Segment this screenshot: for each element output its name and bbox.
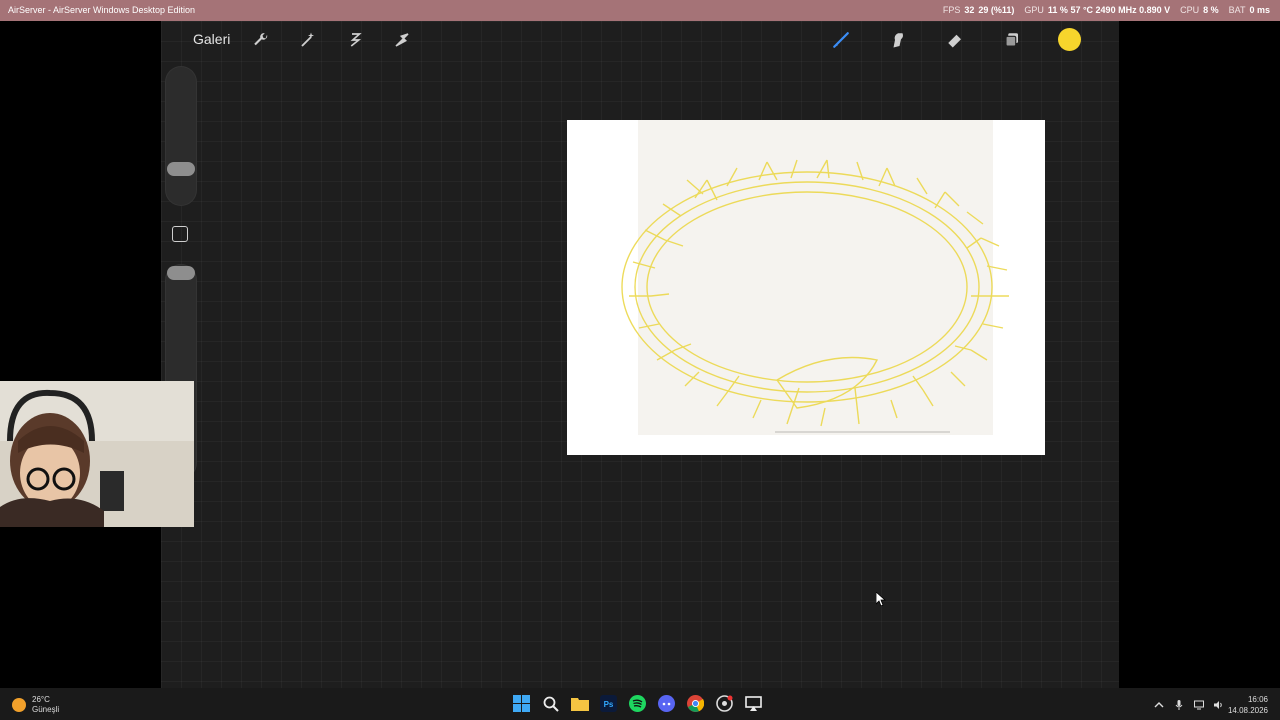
search-icon[interactable] (541, 694, 560, 713)
weather-description: Güneşli (32, 705, 60, 714)
file-explorer-icon[interactable] (570, 694, 589, 713)
modify-button[interactable] (172, 226, 188, 242)
wrench-icon[interactable] (249, 28, 273, 52)
discord-icon[interactable] (657, 694, 676, 713)
gallery-button[interactable]: Galeri (193, 31, 230, 47)
taskbar-apps: Ps (512, 694, 763, 713)
taskbar-clock[interactable]: 16:06 14.08.2026 (1228, 694, 1268, 716)
system-tray (1154, 697, 1224, 710)
brush-size-slider[interactable] (165, 66, 197, 206)
network-icon[interactable] (1194, 697, 1204, 710)
color-picker-button[interactable] (1058, 28, 1081, 51)
clock-time: 16:06 (1247, 695, 1268, 704)
gpu-value: 11 % 57 °C 2490 MHz 0.890 V (1047, 5, 1171, 15)
microphone-icon[interactable] (1174, 697, 1184, 710)
smudge-icon[interactable] (886, 28, 910, 52)
gpu-label: GPU (1024, 5, 1044, 15)
spotify-icon[interactable] (628, 694, 647, 713)
performance-overlay: FPS 32 29 (%11) GPU 11 % 57 °C 2490 MHz 0.8… (943, 5, 1270, 15)
airserver-icon[interactable] (744, 694, 763, 713)
fps-label: FPS (942, 5, 961, 15)
brush-icon[interactable] (829, 28, 853, 52)
window-titlebar: AirServer - AirServer Windows Desktop Ed… (0, 0, 1280, 21)
bat-value: 0 ms (1249, 5, 1270, 15)
volume-icon[interactable] (1214, 697, 1224, 709)
sun-icon (12, 698, 26, 712)
windows-taskbar: 26°C Güneşli Ps 16:06 14.08.2026 (0, 688, 1280, 720)
cpu-label: CPU (1180, 5, 1200, 15)
eraser-icon[interactable] (943, 28, 967, 52)
weather-temperature: 26°C (32, 695, 50, 704)
transform-arrow-icon[interactable] (390, 28, 414, 52)
selection-icon[interactable] (343, 28, 367, 52)
magic-wand-icon[interactable] (296, 28, 320, 52)
weather-widget[interactable]: 26°C Güneşli (12, 695, 59, 715)
chrome-icon[interactable] (686, 694, 705, 713)
brush-size-thumb[interactable] (167, 162, 195, 176)
obs-icon[interactable] (715, 694, 734, 713)
fps-extra: 29 (%11) (978, 5, 1015, 15)
cpu-value: 8 % (1203, 5, 1219, 15)
top-toolbar: Galeri (161, 21, 1119, 59)
windows-start-icon[interactable] (512, 694, 531, 713)
mouse-cursor (875, 591, 887, 611)
fps-value: 32 (964, 5, 975, 15)
sketch-drawing (621, 159, 1009, 433)
webcam-overlay (0, 381, 194, 527)
clock-date: 14.08.2026 (1227, 706, 1268, 715)
opacity-thumb[interactable] (167, 266, 195, 280)
procreate-workspace: Galeri (161, 21, 1119, 688)
drawing-canvas[interactable] (567, 120, 1045, 455)
photoshop-icon[interactable]: Ps (599, 694, 618, 713)
layers-icon[interactable] (1000, 28, 1024, 52)
window-title: AirServer - AirServer Windows Desktop Ed… (8, 5, 196, 15)
chevron-up-icon[interactable] (1154, 697, 1164, 708)
bat-label: BAT (1228, 5, 1246, 15)
